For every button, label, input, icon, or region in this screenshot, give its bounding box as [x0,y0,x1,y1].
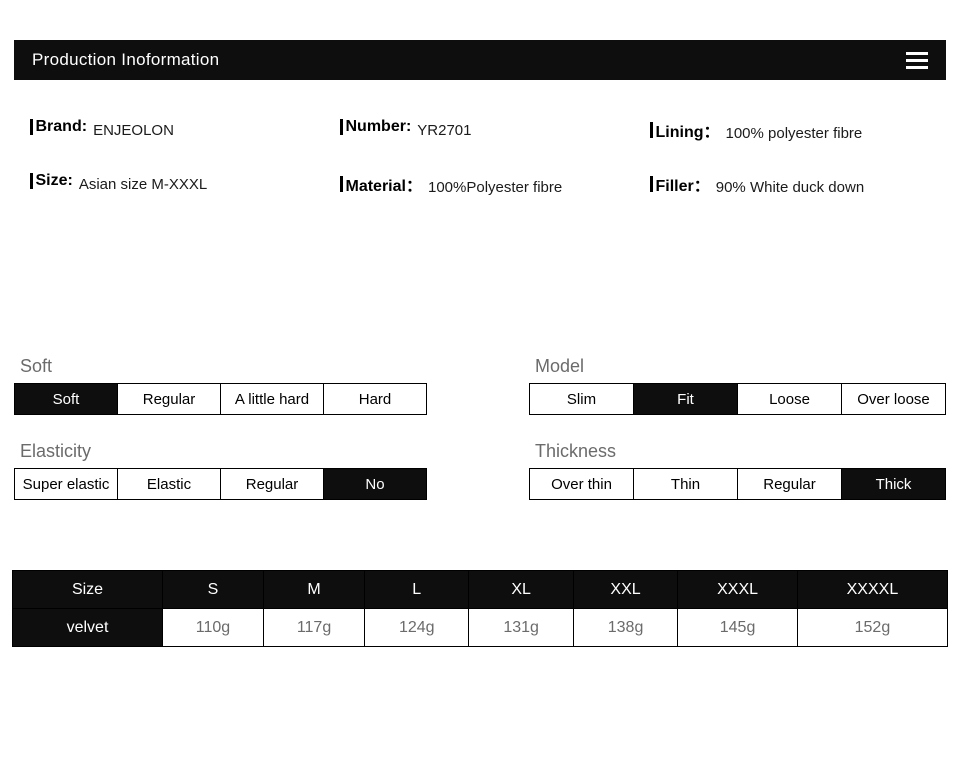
seg-soft-0[interactable]: Soft [14,383,118,415]
seg-soft-1[interactable]: Regular [117,383,221,415]
header-bar: Production Inoformation [14,40,946,80]
prop-soft: Soft Soft Regular A little hard Hard [14,356,427,415]
seg-elasticity-3[interactable]: No [323,468,427,500]
info-number: Number: YR2701 [340,118,650,142]
info-material-label: Material： [340,172,422,196]
size-th-2: M [264,571,365,609]
info-grid: Brand: ENJEOLON Number: YR2701 Lining： 1… [30,118,960,196]
prop-thickness: Thickness Over thin Thin Regular Thick [529,441,946,500]
prop-elasticity-label: Elasticity [14,441,427,462]
size-row-label: velvet [13,609,163,647]
size-cell-6: 152g [797,609,947,647]
size-table: Size S M L XL XXL XXXL XXXXL velvet 110g… [12,570,948,647]
size-table-wrap: Size S M L XL XXL XXXL XXXXL velvet 110g… [12,570,948,647]
info-filler-value: 90% White duck down [716,179,864,196]
info-size-label: Size: [30,172,73,190]
info-number-value: YR2701 [417,122,471,139]
seg-thickness-0[interactable]: Over thin [529,468,634,500]
prop-model-label: Model [529,356,946,377]
prop-thickness-label: Thickness [529,441,946,462]
properties-row-1: Soft Soft Regular A little hard Hard Mod… [0,356,960,415]
prop-soft-label: Soft [14,356,427,377]
size-th-6: XXXL [678,571,798,609]
size-table-header-row: Size S M L XL XXL XXXL XXXXL [13,571,948,609]
size-cell-0: 110g [163,609,264,647]
size-table-row: velvet 110g 117g 124g 131g 138g 145g 152… [13,609,948,647]
info-lining-label: Lining： [650,118,720,142]
seg-soft-2[interactable]: A little hard [220,383,324,415]
size-th-0: Size [13,571,163,609]
info-filler-label: Filler： [650,172,710,196]
info-number-label: Number: [340,118,411,136]
seg-elasticity-0[interactable]: Super elastic [14,468,118,500]
info-size-value: Asian size M-XXXL [79,176,207,193]
size-th-3: L [365,571,469,609]
size-cell-5: 145g [678,609,798,647]
info-material-value: 100%Polyester fibre [428,179,562,196]
seg-model-0[interactable]: Slim [529,383,634,415]
size-cell-3: 131g [469,609,573,647]
prop-soft-seg: Soft Regular A little hard Hard [14,383,427,415]
size-th-4: XL [469,571,573,609]
size-cell-4: 138g [573,609,677,647]
size-th-7: XXXXL [797,571,947,609]
seg-model-3[interactable]: Over loose [841,383,946,415]
size-th-5: XXL [573,571,677,609]
info-filler: Filler： 90% White duck down [650,172,960,196]
info-brand: Brand: ENJEOLON [30,118,340,142]
size-th-1: S [163,571,264,609]
header-title: Production Inoformation [32,50,219,70]
seg-thickness-3[interactable]: Thick [841,468,946,500]
seg-model-1[interactable]: Fit [633,383,738,415]
properties-row-2: Elasticity Super elastic Elastic Regular… [0,441,960,500]
seg-elasticity-1[interactable]: Elastic [117,468,221,500]
info-lining-value: 100% polyester fibre [726,125,863,142]
seg-soft-3[interactable]: Hard [323,383,427,415]
info-brand-value: ENJEOLON [93,122,174,139]
prop-elasticity-seg: Super elastic Elastic Regular No [14,468,427,500]
seg-thickness-1[interactable]: Thin [633,468,738,500]
info-brand-label: Brand: [30,118,87,136]
info-material: Material： 100%Polyester fibre [340,172,650,196]
size-cell-2: 124g [365,609,469,647]
prop-thickness-seg: Over thin Thin Regular Thick [529,468,946,500]
seg-thickness-2[interactable]: Regular [737,468,842,500]
prop-model-seg: Slim Fit Loose Over loose [529,383,946,415]
prop-elasticity: Elasticity Super elastic Elastic Regular… [14,441,427,500]
seg-model-2[interactable]: Loose [737,383,842,415]
info-lining: Lining： 100% polyester fibre [650,118,960,142]
prop-model: Model Slim Fit Loose Over loose [529,356,946,415]
menu-icon[interactable] [906,52,928,69]
seg-elasticity-2[interactable]: Regular [220,468,324,500]
size-cell-1: 117g [264,609,365,647]
info-size: Size: Asian size M-XXXL [30,172,340,196]
